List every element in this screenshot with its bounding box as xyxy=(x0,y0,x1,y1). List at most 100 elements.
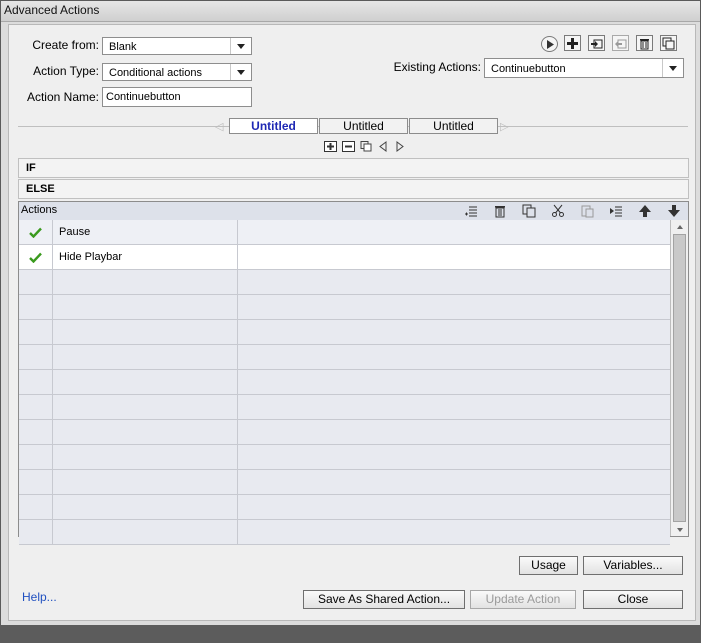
status-cell xyxy=(19,370,53,394)
table-row[interactable] xyxy=(19,370,670,395)
action-cell[interactable] xyxy=(53,420,238,444)
status-cell xyxy=(19,395,53,419)
status-cell xyxy=(19,470,53,494)
target-cell[interactable] xyxy=(239,345,670,369)
check-icon xyxy=(19,220,53,244)
target-cell[interactable] xyxy=(239,495,670,519)
chevron-down-icon[interactable] xyxy=(662,59,683,77)
create-from-value: Blank xyxy=(109,41,137,53)
insert-action-icon[interactable] xyxy=(463,204,479,218)
action-cell[interactable] xyxy=(53,470,238,494)
action-type-select[interactable]: Conditional actions xyxy=(102,63,252,81)
tab-untitled-3[interactable]: Untitled xyxy=(409,118,498,134)
table-row[interactable] xyxy=(19,420,670,445)
target-cell[interactable] xyxy=(239,270,670,294)
action-name-label: Action Name: xyxy=(26,90,99,104)
target-cell[interactable] xyxy=(239,245,670,269)
actions-grid: Actions Pause Hide Playbar xyxy=(18,201,689,545)
action-cell[interactable]: Hide Playbar xyxy=(53,245,238,269)
action-cell[interactable] xyxy=(53,295,238,319)
background-shadow xyxy=(0,625,701,643)
action-cell[interactable] xyxy=(53,345,238,369)
chevron-down-icon[interactable] xyxy=(230,64,251,80)
table-row[interactable] xyxy=(19,445,670,470)
action-type-value: Conditional actions xyxy=(109,67,202,79)
export-icon[interactable] xyxy=(612,35,629,51)
trash-icon[interactable] xyxy=(636,35,653,51)
action-cell[interactable] xyxy=(53,445,238,469)
status-cell xyxy=(19,495,53,519)
action-cell[interactable] xyxy=(53,520,238,544)
variables-button[interactable]: Variables... xyxy=(583,556,683,575)
scroll-up-icon[interactable] xyxy=(671,220,688,233)
tab-untitled-2[interactable]: Untitled xyxy=(319,118,408,134)
action-name-input[interactable]: Continuebutton xyxy=(102,87,252,107)
create-from-label: Create from: xyxy=(32,38,99,52)
table-row[interactable]: Pause xyxy=(19,220,670,245)
move-left-icon[interactable] xyxy=(377,141,390,152)
actions-grid-header: Actions xyxy=(19,202,688,221)
if-section[interactable]: IF xyxy=(18,158,689,178)
cut-icon[interactable] xyxy=(550,204,566,218)
target-cell[interactable] xyxy=(239,445,670,469)
vertical-scrollbar[interactable] xyxy=(670,220,688,536)
table-row[interactable] xyxy=(19,345,670,370)
close-button[interactable]: Close xyxy=(583,590,683,609)
action-cell[interactable] xyxy=(53,395,238,419)
action-cell[interactable] xyxy=(53,320,238,344)
existing-actions-select[interactable]: Continuebutton xyxy=(484,58,684,78)
action-cell[interactable]: Pause xyxy=(53,220,238,244)
insert-row-icon[interactable] xyxy=(608,204,624,218)
status-cell xyxy=(19,345,53,369)
chevron-down-icon[interactable] xyxy=(230,38,251,54)
copy-decision-icon[interactable] xyxy=(360,141,373,152)
table-row[interactable] xyxy=(19,495,670,520)
target-cell[interactable] xyxy=(239,320,670,344)
window-title: Advanced Actions xyxy=(4,3,100,17)
add-decision-icon[interactable] xyxy=(324,141,337,152)
tab-scroll-right-icon[interactable]: ▷ xyxy=(500,120,508,133)
move-up-icon[interactable] xyxy=(637,204,653,218)
action-cell[interactable] xyxy=(53,370,238,394)
update-action-button[interactable]: Update Action xyxy=(470,590,576,609)
tab-untitled-1[interactable]: Untitled xyxy=(229,118,318,134)
create-from-select[interactable]: Blank xyxy=(102,37,252,55)
paste-icon[interactable] xyxy=(579,204,595,218)
copy-icon[interactable] xyxy=(521,204,537,218)
target-cell[interactable] xyxy=(239,220,670,244)
duplicate-icon[interactable] xyxy=(660,35,677,51)
trash-icon[interactable] xyxy=(492,204,508,218)
move-down-icon[interactable] xyxy=(666,204,682,218)
help-link[interactable]: Help... xyxy=(22,590,57,604)
target-cell[interactable] xyxy=(239,370,670,394)
title-bar: Advanced Actions xyxy=(1,1,700,22)
usage-button[interactable]: Usage xyxy=(519,556,578,575)
target-cell[interactable] xyxy=(239,295,670,319)
status-cell xyxy=(19,270,53,294)
table-row[interactable] xyxy=(19,270,670,295)
table-row[interactable] xyxy=(19,320,670,345)
table-row[interactable]: Hide Playbar xyxy=(19,245,670,270)
save-as-shared-action-button[interactable]: Save As Shared Action... xyxy=(303,590,465,609)
play-icon[interactable] xyxy=(541,36,558,52)
action-cell[interactable] xyxy=(53,270,238,294)
target-cell[interactable] xyxy=(239,520,670,544)
tab-scroll-left-icon[interactable]: ◁ xyxy=(215,120,223,133)
remove-decision-icon[interactable] xyxy=(342,141,355,152)
move-right-icon[interactable] xyxy=(393,141,406,152)
add-icon[interactable] xyxy=(564,35,581,51)
else-section[interactable]: ELSE xyxy=(18,179,689,199)
import-icon[interactable] xyxy=(588,35,605,51)
table-row[interactable] xyxy=(19,395,670,420)
scroll-down-icon[interactable] xyxy=(671,523,688,536)
table-row[interactable] xyxy=(19,295,670,320)
target-cell[interactable] xyxy=(239,395,670,419)
status-cell xyxy=(19,320,53,344)
action-cell[interactable] xyxy=(53,495,238,519)
table-row[interactable] xyxy=(19,520,670,545)
table-row[interactable] xyxy=(19,470,670,495)
target-cell[interactable] xyxy=(239,420,670,444)
target-cell[interactable] xyxy=(239,470,670,494)
existing-actions-label: Existing Actions: xyxy=(393,60,481,74)
scroll-thumb[interactable] xyxy=(673,234,686,522)
